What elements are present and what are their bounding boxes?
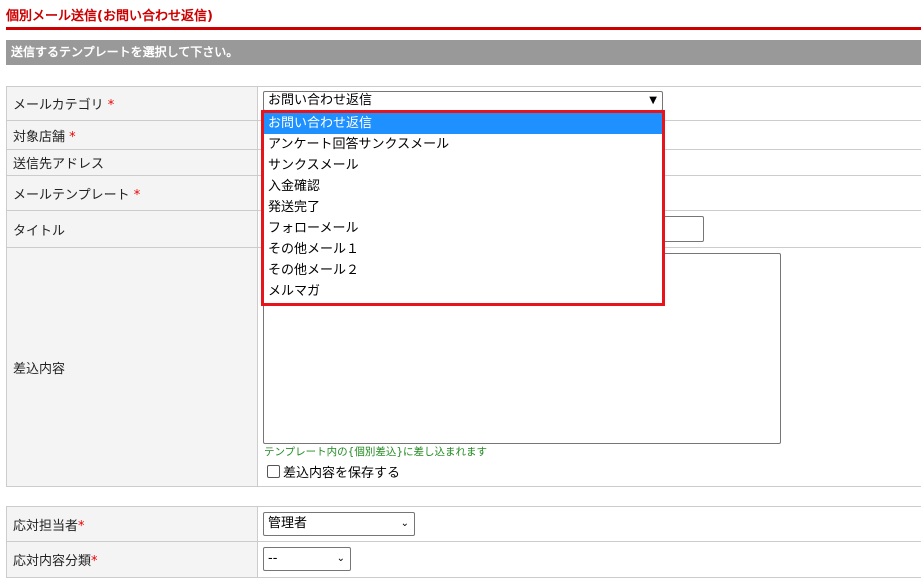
dropdown-option[interactable]: 発送完了 [264, 197, 662, 218]
checkbox-icon[interactable] [267, 465, 280, 478]
dropdown-option[interactable]: その他メール１ [264, 239, 662, 260]
dropdown-option[interactable]: その他メール２ [264, 260, 662, 281]
subject-label: タイトル [6, 210, 258, 248]
mail-category-dropdown-list[interactable]: お問い合わせ返信 アンケート回答サンクスメール サンクスメール 入金確認 発送完… [261, 110, 665, 306]
dropdown-option[interactable]: アンケート回答サンクスメール [264, 134, 662, 155]
staff-select[interactable]: 管理者 ⌄ [263, 512, 415, 536]
save-insert-label: 差込内容を保存する [283, 466, 401, 481]
insert-label: 差込内容 [6, 247, 258, 487]
template-label: メールテンプレート * [6, 175, 258, 211]
type-label: 応対内容分類* [6, 541, 258, 578]
dropdown-option[interactable]: フォローメール [264, 218, 662, 239]
chevron-down-icon: ▼ [649, 95, 657, 106]
address-label: 送信先アドレス [6, 149, 258, 176]
title-divider [6, 27, 921, 30]
mail-category-label: メールカテゴリ * [6, 86, 258, 121]
save-insert-checkbox[interactable]: 差込内容を保存する [267, 462, 400, 481]
staff-label: 応対担当者* [6, 506, 258, 542]
store-label: 対象店舗 * [6, 120, 258, 150]
instruction-bar: 送信するテンプレートを選択して下さい。 [6, 40, 921, 65]
insert-hint: テンプレート内の{個別差込}に差し込まれます [264, 446, 488, 458]
response-form-table: 応対担当者* 応対内容分類* [6, 506, 921, 578]
dropdown-option[interactable]: 入金確認 [264, 176, 662, 197]
mail-category-select[interactable]: お問い合わせ返信 ▼ [263, 91, 663, 111]
chevron-down-icon: ⌄ [336, 553, 345, 564]
chevron-down-icon: ⌄ [400, 518, 409, 529]
dropdown-option[interactable]: メルマガ [264, 281, 662, 302]
type-select[interactable]: -- ⌄ [263, 547, 351, 571]
dropdown-option[interactable]: サンクスメール [264, 155, 662, 176]
dropdown-option[interactable]: お問い合わせ返信 [264, 113, 662, 134]
page-title: 個別メール送信(お問い合わせ返信) [6, 9, 213, 24]
subject-input[interactable] [660, 216, 704, 242]
